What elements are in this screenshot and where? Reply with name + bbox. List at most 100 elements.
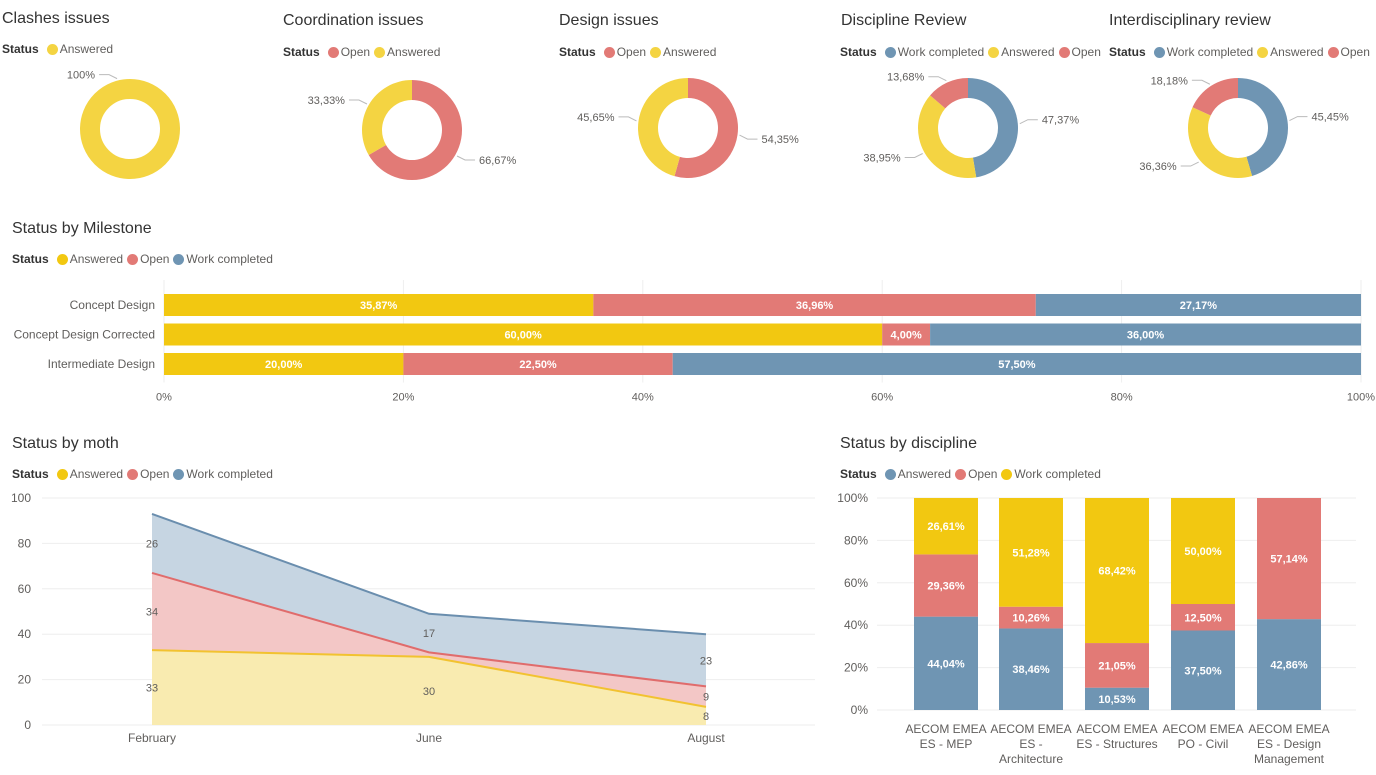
column-data-label: 68,42% xyxy=(1098,566,1136,578)
area-data-label: 23 xyxy=(700,655,712,667)
leader-line xyxy=(456,155,476,161)
bar-data-label: 4,00% xyxy=(891,330,922,342)
donut-slice-work-completed xyxy=(968,78,1018,178)
legend-title: Status xyxy=(840,467,877,481)
column-data-label: 10,53% xyxy=(1098,694,1136,706)
legend-dot-icon xyxy=(127,468,139,480)
column-data-label: 26,61% xyxy=(927,521,965,533)
y-tick-label: 100 xyxy=(11,491,31,505)
legend-dot-icon xyxy=(56,468,68,480)
bar-data-label: 60,00% xyxy=(504,330,542,342)
leader-line xyxy=(904,153,923,158)
bar-data-label: 36,00% xyxy=(1127,330,1165,342)
column-data-label: 57,14% xyxy=(1270,554,1308,566)
legend-item-open[interactable]: Open xyxy=(127,467,169,481)
legend-dot-icon xyxy=(1001,468,1013,480)
leader-line xyxy=(1180,161,1199,167)
x-tick-label: 60% xyxy=(871,392,893,404)
legend-label: Open xyxy=(140,467,170,481)
donut-slice-answered xyxy=(918,95,977,178)
donut-chart: 45,45% 36,36% 18,18% xyxy=(1139,75,1349,178)
discipline-panel: Status by discipline Status Answered Open W… xyxy=(830,425,1376,770)
legend-item-open[interactable]: Open xyxy=(955,467,997,481)
bar-data-label: 22,50% xyxy=(519,359,557,371)
donut-data-label: 45,45% xyxy=(1311,112,1349,124)
legend-item-work-completed[interactable]: Work completed xyxy=(1001,467,1101,481)
y-tick-label: 20 xyxy=(18,673,32,687)
x-tick-label: August xyxy=(687,731,725,745)
chart-title: Clashes issues xyxy=(2,10,110,27)
x-category-label: ES - xyxy=(1019,737,1042,751)
donut-data-label: 36,36% xyxy=(1139,161,1177,173)
legend-label: Answered xyxy=(69,252,124,266)
column-data-label: 38,46% xyxy=(1012,664,1050,676)
y-tick-label: 60 xyxy=(18,582,32,596)
column-data-label: 51,28% xyxy=(1012,547,1050,559)
legend-dot-icon xyxy=(173,253,185,265)
milestone-chart: 0% 20% 40% 60% 80% 100% Concept Design 35,87% 36… xyxy=(14,280,1375,404)
legend-label: Work completed xyxy=(186,467,273,481)
legend-item-answered[interactable]: Answered xyxy=(56,467,124,481)
y-tick-label: 80% xyxy=(844,533,868,547)
legend-item-answered[interactable]: Answered xyxy=(884,467,951,481)
leader-line xyxy=(1019,119,1038,125)
x-category-label: AECOM EMEA xyxy=(905,722,986,736)
donut-data-label: 54,35% xyxy=(762,134,800,146)
column-data-label: 37,50% xyxy=(1184,665,1222,677)
legend-item-answered[interactable]: Answered xyxy=(56,252,124,266)
column-data-label: 12,50% xyxy=(1184,612,1222,624)
area-data-label: 33 xyxy=(146,683,158,695)
donut-slice-answered xyxy=(80,79,180,179)
y-tick-label: 100% xyxy=(837,491,868,505)
leader-line xyxy=(1191,79,1211,85)
donut-data-label: 13,68% xyxy=(887,72,925,84)
column-data-label: 29,36% xyxy=(927,581,965,593)
bar-data-label: 36,96% xyxy=(796,300,834,312)
x-tick-label: 40% xyxy=(632,392,654,404)
chart-legend: Status Answered Open Work completed xyxy=(840,467,1105,481)
y-category-label: Concept Design xyxy=(70,298,155,312)
donut-data-label: 66,67% xyxy=(479,155,517,167)
legend-label: Answered xyxy=(69,467,124,481)
x-tick-label: February xyxy=(128,731,176,745)
column-data-label: 10,26% xyxy=(1012,613,1050,625)
chart-title: Design issues xyxy=(559,12,659,29)
area-data-label: 17 xyxy=(423,628,435,640)
donut-data-label: 18,18% xyxy=(1151,75,1189,87)
legend-label: Work completed xyxy=(1014,467,1101,481)
legend-dot-icon xyxy=(955,468,967,480)
y-category-label: Concept Design Corrected xyxy=(14,328,155,342)
y-category-label: Intermediate Design xyxy=(48,357,155,371)
legend-item-open[interactable]: Open xyxy=(127,252,169,266)
leader-line xyxy=(1289,116,1308,122)
legend-label: Open xyxy=(140,252,170,266)
month-chart: 0 20 40 60 80 100 33 30 8 34 9 26 17 23 February June Au… xyxy=(11,491,815,745)
area-data-label: 9 xyxy=(703,692,709,704)
legend-dot-icon xyxy=(127,253,139,265)
column-data-label: 42,86% xyxy=(1270,660,1308,672)
x-tick-label: 20% xyxy=(392,392,414,404)
area-data-label: 30 xyxy=(423,686,435,698)
chart-legend: Status Answered Open Work completed xyxy=(12,252,277,266)
x-tick-label: 0% xyxy=(156,392,172,404)
donut-chart: 100% xyxy=(67,70,180,179)
chart-title: Coordination issues xyxy=(283,12,424,29)
donut-design: Design issues Status Open Answered 54,35% 4… xyxy=(558,0,828,200)
legend-item-work-completed[interactable]: Work completed xyxy=(173,252,273,266)
x-category-label: AECOM EMEA xyxy=(990,722,1071,736)
y-tick-label: 60% xyxy=(844,576,868,590)
legend-item-work-completed[interactable]: Work completed xyxy=(173,467,273,481)
area-data-label: 34 xyxy=(146,607,158,619)
area-data-label: 26 xyxy=(146,538,158,550)
x-tick-label: 80% xyxy=(1111,392,1133,404)
x-category-label: AECOM EMEA xyxy=(1248,722,1329,736)
legend-dot-icon xyxy=(884,468,896,480)
milestone-panel: Status by Milestone Status Answered Open Wo… xyxy=(0,210,1376,420)
donut-chart: 66,67% 33,33% xyxy=(308,80,517,180)
donut-data-label: 45,65% xyxy=(577,112,615,124)
donut-data-label: 100% xyxy=(67,70,95,82)
donut-chart: 47,37% 38,95% 13,68% xyxy=(863,72,1079,178)
donut-slice-answered xyxy=(1188,107,1253,178)
y-tick-label: 80 xyxy=(18,536,32,550)
legend-dot-icon xyxy=(173,468,185,480)
